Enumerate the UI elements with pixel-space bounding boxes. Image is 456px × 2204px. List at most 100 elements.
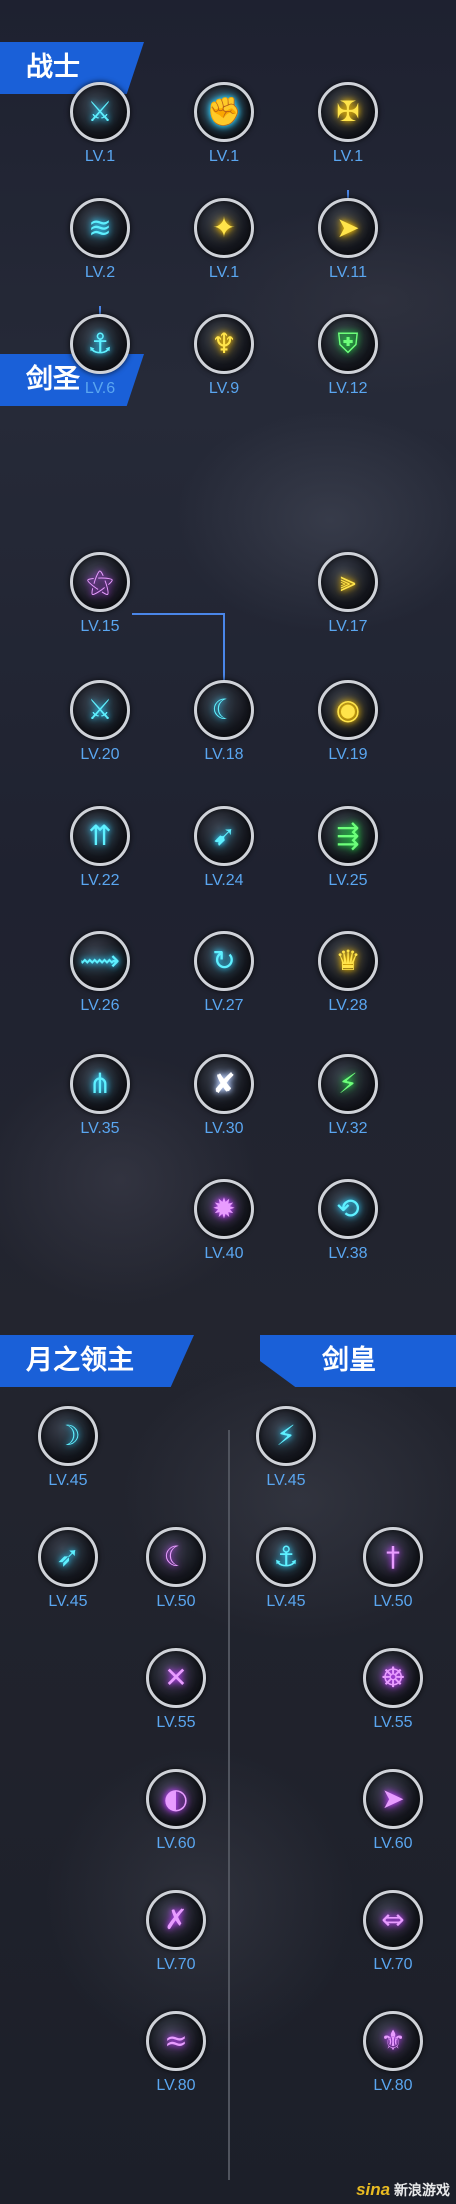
- skill-node[interactable]: ⟲ LV.38: [303, 1179, 393, 1279]
- emperor-anchor-icon[interactable]: ⚓: [256, 1527, 316, 1587]
- moon-leap-icon[interactable]: ➶: [38, 1527, 98, 1587]
- skill-node[interactable]: ✦ LV.1: [179, 198, 269, 298]
- skill-node[interactable]: ⫸ LV.17: [303, 552, 393, 652]
- skill-node[interactable]: ➤ LV.11: [303, 198, 393, 298]
- skill-node[interactable]: ⟿ LV.26: [55, 931, 145, 1031]
- skill-node[interactable]: ⚡ LV.32: [303, 1054, 393, 1154]
- skill-node[interactable]: ⚔ LV.1: [55, 82, 145, 182]
- crescent-slash-icon[interactable]: ☾: [194, 680, 254, 740]
- triple-blade-icon[interactable]: ⫸: [318, 552, 378, 612]
- moon-wave-ex-icon[interactable]: ≈: [146, 2011, 206, 2071]
- emperor-rune-ex-icon[interactable]: ⚜: [363, 2011, 423, 2071]
- power-up-icon[interactable]: ✦: [194, 198, 254, 258]
- crown-icon[interactable]: ♛: [318, 931, 378, 991]
- skill-level-label: LV.70: [156, 1956, 196, 1973]
- dash-kick-icon[interactable]: ➤: [318, 198, 378, 258]
- skill-node[interactable]: ➹ LV.24: [179, 806, 269, 906]
- emperor-sword-ex-icon[interactable]: †: [363, 1527, 423, 1587]
- whirlwind-icon[interactable]: ↻: [194, 931, 254, 991]
- skill-level-label: LV.30: [204, 1120, 244, 1137]
- skill-node[interactable]: ⚓ LV.45: [241, 1527, 331, 1627]
- skill-level-label: LV.35: [80, 1120, 120, 1137]
- skill-node[interactable]: ⋔ LV.35: [55, 1054, 145, 1154]
- taunt-icon[interactable]: ♆: [194, 314, 254, 374]
- skill-node[interactable]: ◐ LV.60: [131, 1769, 221, 1869]
- skill-node[interactable]: ➶ LV.45: [23, 1527, 113, 1627]
- trident-icon[interactable]: ⋔: [70, 1054, 130, 1114]
- skill-node[interactable]: ☾ LV.18: [179, 680, 269, 780]
- skill-node[interactable]: ☸ LV.55: [348, 1648, 438, 1748]
- shield-cross-icon[interactable]: ✠: [318, 82, 378, 142]
- spin-fist-icon[interactable]: ✊: [194, 82, 254, 142]
- skill-level-label: LV.1: [332, 148, 364, 165]
- skill-node[interactable]: † LV.50: [348, 1527, 438, 1627]
- moon-cross-ex-icon[interactable]: ✕: [146, 1648, 206, 1708]
- skill-level-label: LV.19: [328, 746, 368, 763]
- emperor-blades-ex-icon[interactable]: ⇔: [363, 1890, 423, 1950]
- moon-orb-ex-icon[interactable]: ◐: [146, 1769, 206, 1829]
- moon-slash-ex-icon[interactable]: ✗: [146, 1890, 206, 1950]
- emperor-strike-icon[interactable]: ⚡: [256, 1406, 316, 1466]
- skill-node[interactable]: ✹ LV.40: [179, 1179, 269, 1279]
- skill-level-label: LV.1: [84, 148, 116, 165]
- skill-node[interactable]: ⚔ LV.20: [55, 680, 145, 780]
- cross-slash-icon[interactable]: ✘: [194, 1054, 254, 1114]
- watermark: sina 新浪游戏: [356, 2180, 450, 2200]
- skill-node[interactable]: ≋ LV.2: [55, 198, 145, 298]
- skill-node[interactable]: ♛ LV.28: [303, 931, 393, 1031]
- skill-node[interactable]: ⛨ LV.12: [303, 314, 393, 414]
- multi-arrow-icon[interactable]: ⇶: [318, 806, 378, 866]
- skill-level-label: LV.40: [204, 1245, 244, 1262]
- moon-blade-icon[interactable]: ☽: [38, 1406, 98, 1466]
- sprint-slash-icon[interactable]: ⟿: [70, 931, 130, 991]
- ground-slam-icon[interactable]: ⚓: [70, 314, 130, 374]
- lightning-peak-icon[interactable]: ⚡: [318, 1054, 378, 1114]
- skill-node[interactable]: ♆ LV.9: [179, 314, 269, 414]
- skill-level-label: LV.70: [373, 1956, 413, 1973]
- skill-level-label: LV.27: [204, 997, 244, 1014]
- skill-level-label: LV.80: [373, 2077, 413, 2094]
- sina-logo: sina: [356, 2180, 391, 2199]
- skill-node[interactable]: ⚡ LV.45: [241, 1406, 331, 1506]
- skill-node[interactable]: ◉ LV.19: [303, 680, 393, 780]
- skill-node[interactable]: ☽ LV.45: [23, 1406, 113, 1506]
- skill-node[interactable]: ✘ LV.30: [179, 1054, 269, 1154]
- flame-burst-icon[interactable]: ✹: [194, 1179, 254, 1239]
- skill-node[interactable]: ✠ LV.1: [303, 82, 393, 182]
- sword-rain-icon[interactable]: ⚝: [70, 552, 130, 612]
- skill-node[interactable]: ➤ LV.60: [348, 1769, 438, 1869]
- piercing-strike-icon[interactable]: ➹: [194, 806, 254, 866]
- skill-node[interactable]: ⚓ LV.6: [55, 314, 145, 414]
- skill-level-label: LV.45: [266, 1593, 306, 1610]
- skill-level-label: LV.60: [156, 1835, 196, 1852]
- emperor-totem-ex-icon[interactable]: ☸: [363, 1648, 423, 1708]
- parry-icon[interactable]: ⟲: [318, 1179, 378, 1239]
- skill-node[interactable]: ⇔ LV.70: [348, 1890, 438, 1990]
- skill-node[interactable]: ≈ LV.80: [131, 2011, 221, 2111]
- skill-node[interactable]: ☾ LV.50: [131, 1527, 221, 1627]
- skill-node[interactable]: ↻ LV.27: [179, 931, 269, 1031]
- moon-ex-icon[interactable]: ☾: [146, 1527, 206, 1587]
- skill-level-label: LV.38: [328, 1245, 368, 1262]
- skill-level-label: LV.60: [373, 1835, 413, 1852]
- skill-level-label: LV.20: [80, 746, 120, 763]
- emperor-dash-ex-icon[interactable]: ➤: [363, 1769, 423, 1829]
- skill-node[interactable]: ⚜ LV.80: [348, 2011, 438, 2111]
- sword-slash-icon[interactable]: ⚔: [70, 82, 130, 142]
- skill-level-label: LV.22: [80, 872, 120, 889]
- guard-shield-icon[interactable]: ⛨: [318, 314, 378, 374]
- skill-level-label: LV.55: [156, 1714, 196, 1731]
- skill-node[interactable]: ⇶ LV.25: [303, 806, 393, 906]
- skill-node[interactable]: ⚝ LV.15: [55, 552, 145, 652]
- skill-level-label: LV.45: [48, 1593, 88, 1610]
- skill-node[interactable]: ⇈ LV.22: [55, 806, 145, 906]
- skill-node[interactable]: ✕ LV.55: [131, 1648, 221, 1748]
- wave-strike-icon[interactable]: ≋: [70, 198, 130, 258]
- skill-level-label: LV.50: [373, 1593, 413, 1610]
- skill-level-label: LV.18: [204, 746, 244, 763]
- skill-node[interactable]: ✊ LV.1: [179, 82, 269, 182]
- blade-storm-icon[interactable]: ⇈: [70, 806, 130, 866]
- skill-node[interactable]: ✗ LV.70: [131, 1890, 221, 1990]
- golden-aura-icon[interactable]: ◉: [318, 680, 378, 740]
- combo-x3-icon[interactable]: ⚔: [70, 680, 130, 740]
